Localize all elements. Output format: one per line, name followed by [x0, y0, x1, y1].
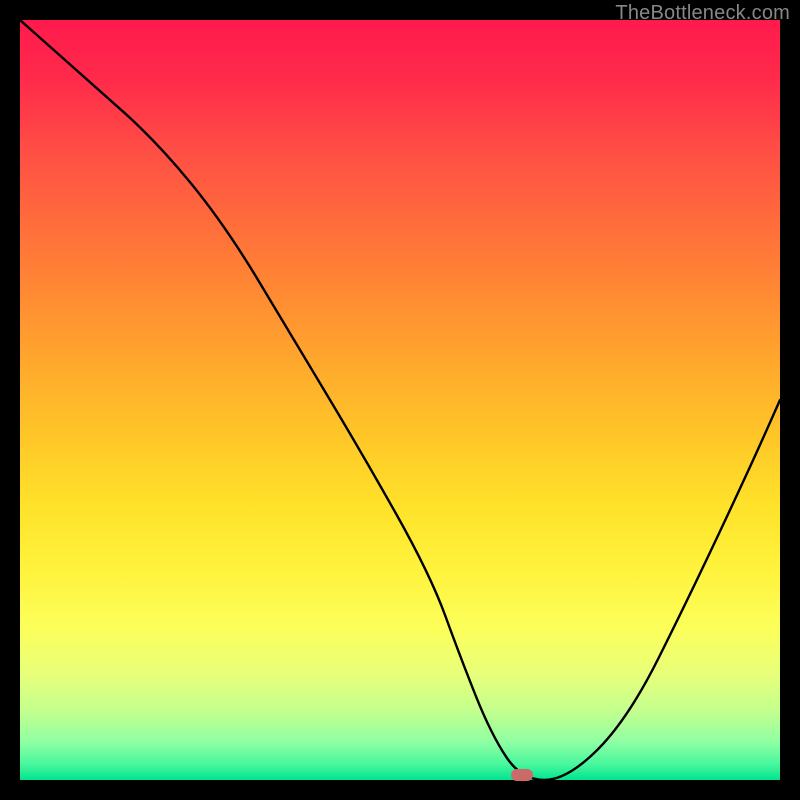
curve-path — [20, 20, 780, 780]
optimal-marker — [511, 769, 533, 781]
plot-area — [20, 20, 780, 780]
bottleneck-curve — [20, 20, 780, 780]
chart-stage: TheBottleneck.com — [0, 0, 800, 800]
